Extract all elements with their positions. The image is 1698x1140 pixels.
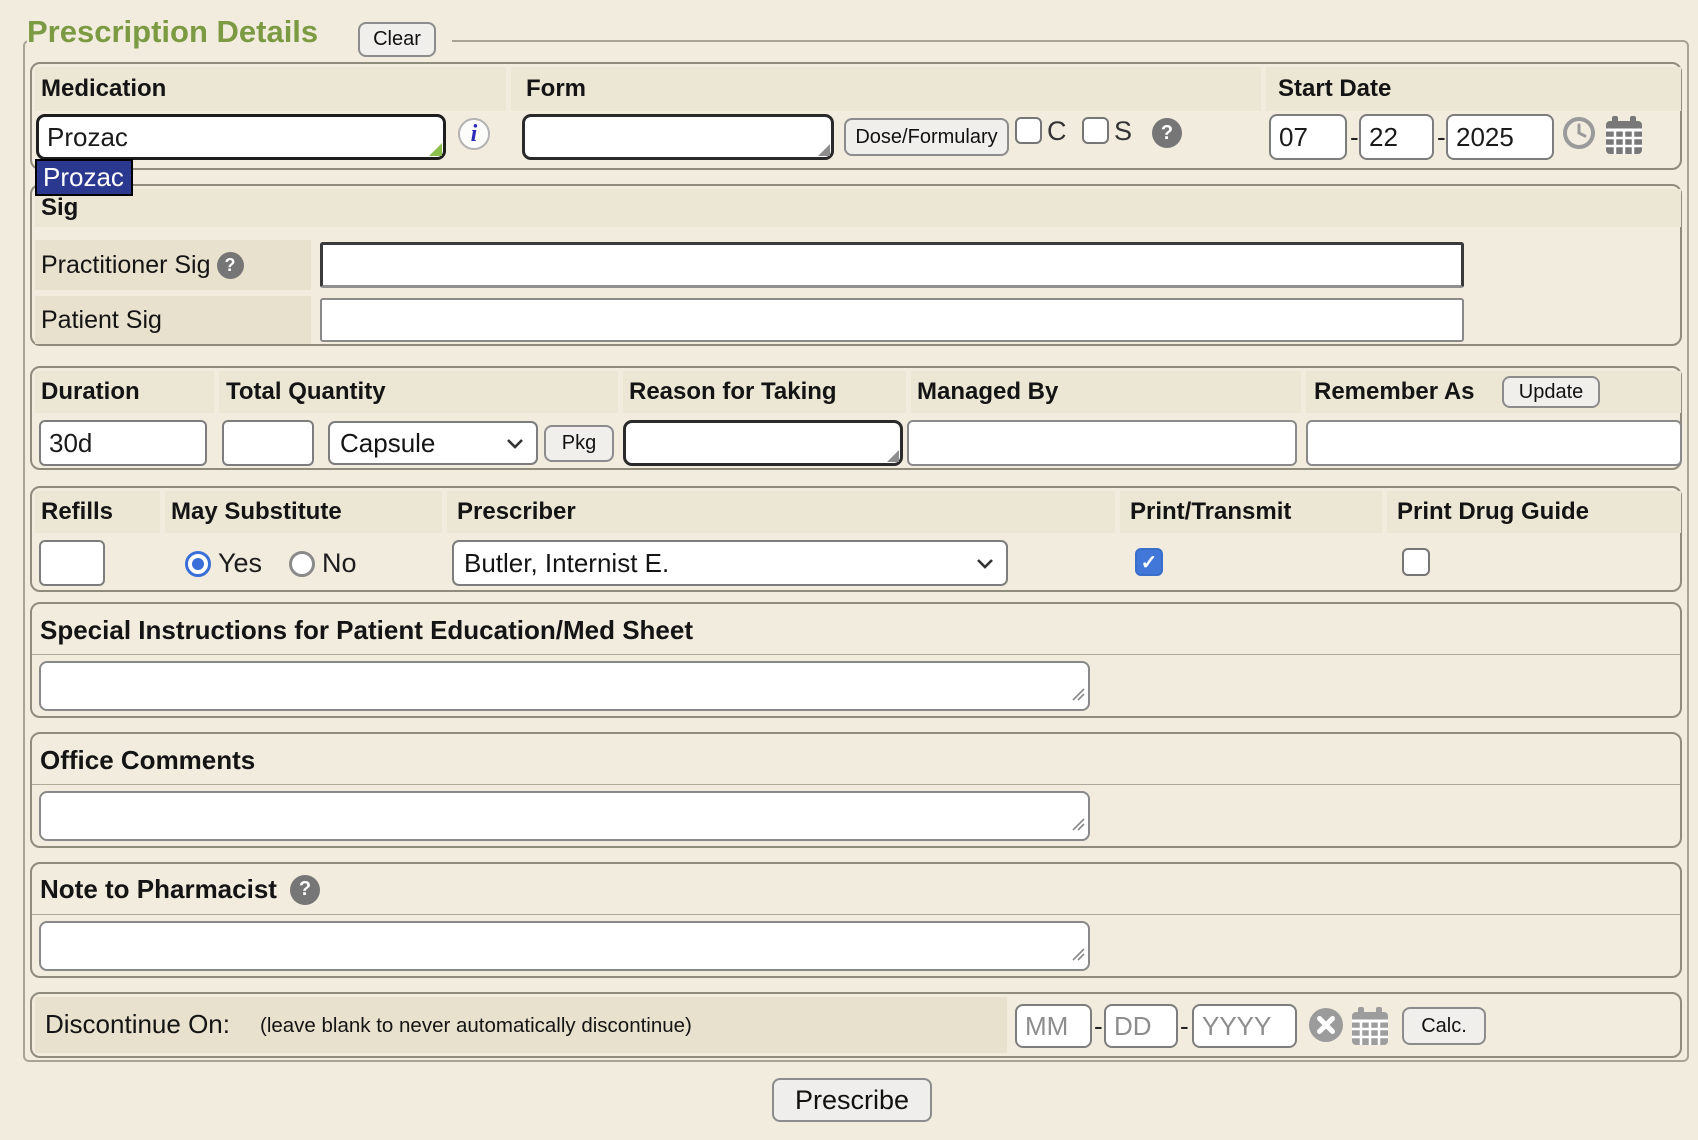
page-title: Prescription Details: [27, 14, 318, 50]
discontinue-calendar-icon[interactable]: [1350, 1005, 1390, 1047]
form-autocomplete-corner: [818, 144, 830, 156]
medication-input[interactable]: [36, 114, 446, 160]
note-to-pharmacist-textarea[interactable]: [41, 923, 1088, 969]
discontinue-box: Discontinue On: (leave blank to never au…: [30, 992, 1682, 1058]
sample-checkbox-label: S: [1114, 116, 1132, 147]
divider: [32, 784, 1680, 785]
remember-as-input[interactable]: [1306, 420, 1682, 466]
start-day-input[interactable]: [1359, 114, 1434, 160]
discontinue-month-input[interactable]: [1015, 1004, 1092, 1048]
clear-date-icon[interactable]: [1308, 1007, 1344, 1043]
quantity-unit-value: Capsule: [340, 428, 435, 459]
special-instructions-box: Special Instructions for Patient Educati…: [30, 602, 1682, 718]
print-transmit-label: Print/Transmit: [1120, 498, 1291, 526]
substitute-no-label[interactable]: No: [322, 548, 357, 579]
start-month-input[interactable]: [1269, 114, 1347, 160]
duration-input[interactable]: [39, 420, 207, 466]
refills-label: Refills: [35, 498, 113, 526]
note-to-pharmacist-box: Note to Pharmacist ?: [30, 862, 1682, 978]
discontinue-label: Discontinue On:: [45, 1009, 230, 1040]
practitioner-sig-input[interactable]: [320, 242, 1464, 288]
calc-button[interactable]: Calc.: [1402, 1007, 1486, 1045]
note-to-pharmacist-header: Note to Pharmacist: [40, 874, 277, 905]
medication-info-icon[interactable]: i: [458, 118, 490, 150]
duration-label: Duration: [35, 378, 140, 406]
reason-autocomplete-corner: [887, 450, 899, 462]
prescriber-value: Butler, Internist E.: [464, 548, 669, 579]
refills-input[interactable]: [39, 540, 105, 586]
start-year-input[interactable]: [1446, 114, 1554, 160]
resize-grip-icon[interactable]: [1069, 685, 1085, 706]
cs-help-icon[interactable]: ?: [1152, 118, 1182, 148]
start-date-label: Start Date: [1266, 75, 1391, 103]
substitute-yes-radio[interactable]: [185, 551, 211, 577]
medication-label: Medication: [35, 75, 166, 103]
prescriber-label: Prescriber: [447, 498, 576, 526]
office-comments-textarea[interactable]: [41, 793, 1088, 839]
office-comments-header: Office Comments: [40, 745, 255, 776]
office-comments-box: Office Comments: [30, 732, 1682, 848]
quantity-input[interactable]: [222, 420, 314, 466]
reason-label: Reason for Taking: [623, 378, 837, 406]
special-instructions-header: Special Instructions for Patient Educati…: [40, 615, 693, 646]
date-separator: -: [1094, 1011, 1103, 1042]
resize-grip-icon[interactable]: [1069, 815, 1085, 836]
print-drug-guide-label: Print Drug Guide: [1387, 498, 1589, 526]
pkg-button[interactable]: Pkg: [544, 425, 614, 462]
resize-grip-icon[interactable]: [1069, 945, 1085, 966]
dose-formulary-button[interactable]: Dose/Formulary: [844, 118, 1009, 156]
start-date-clock-icon[interactable]: [1562, 116, 1596, 150]
medication-suggestion-item[interactable]: Prozac: [35, 159, 133, 196]
controlled-checkbox-label: C: [1047, 116, 1067, 147]
chevron-down-icon: [506, 438, 524, 449]
form-label: Form: [511, 75, 586, 103]
total-quantity-label: Total Quantity: [219, 378, 386, 406]
note-to-pharmacist-help-icon[interactable]: ?: [290, 875, 320, 905]
discontinue-year-input[interactable]: [1192, 1004, 1297, 1048]
medication-row-box: Medication Form Start Date i Dose/Formul…: [30, 62, 1682, 170]
clear-button[interactable]: Clear: [358, 22, 436, 57]
update-button[interactable]: Update: [1502, 376, 1600, 408]
print-transmit-checkbox[interactable]: ✓: [1135, 548, 1163, 576]
quantity-unit-select[interactable]: Capsule: [328, 421, 538, 465]
medication-autocomplete-corner: [429, 143, 442, 156]
start-date-calendar-icon[interactable]: [1604, 114, 1644, 156]
discontinue-day-input[interactable]: [1104, 1004, 1178, 1048]
controlled-checkbox[interactable]: [1015, 117, 1042, 144]
sig-header: Sig: [35, 194, 78, 222]
date-separator: -: [1350, 122, 1359, 153]
discontinue-hint: (leave blank to never automatically disc…: [260, 1014, 692, 1038]
date-separator: -: [1180, 1011, 1189, 1042]
remember-as-label: Remember As: [1306, 378, 1475, 406]
print-drug-guide-checkbox[interactable]: [1402, 548, 1430, 576]
refills-row-box: Refills May Substitute Prescriber Print/…: [30, 486, 1682, 592]
special-instructions-textarea[interactable]: [41, 663, 1088, 709]
divider: [32, 914, 1680, 915]
practitioner-sig-label: Practitioner Sig: [41, 251, 211, 280]
divider: [32, 654, 1680, 655]
legend: Prescription Details Clear: [27, 12, 452, 58]
practitioner-sig-help-icon[interactable]: ?: [217, 252, 244, 279]
patient-sig-input[interactable]: [320, 298, 1464, 342]
substitute-no-radio[interactable]: [289, 551, 315, 577]
may-substitute-label: May Substitute: [165, 498, 342, 526]
patient-sig-label: Patient Sig: [41, 306, 162, 335]
prescription-details-screen: Prescription Details Clear Medication Fo…: [0, 0, 1698, 1140]
chevron-down-icon: [976, 558, 994, 569]
details-row-box: Duration Total Quantity Reason for Takin…: [30, 366, 1682, 470]
sample-checkbox[interactable]: [1082, 117, 1109, 144]
managed-by-input[interactable]: [907, 420, 1297, 466]
prescriber-select[interactable]: Butler, Internist E.: [452, 540, 1008, 586]
date-separator: -: [1437, 122, 1446, 153]
reason-input[interactable]: [623, 420, 903, 466]
sig-box: Sig Practitioner Sig ? Patient Sig: [30, 184, 1682, 346]
substitute-yes-label[interactable]: Yes: [218, 548, 262, 579]
prescribe-button[interactable]: Prescribe: [772, 1078, 932, 1122]
managed-by-label: Managed By: [911, 378, 1058, 406]
form-input[interactable]: [522, 114, 834, 160]
